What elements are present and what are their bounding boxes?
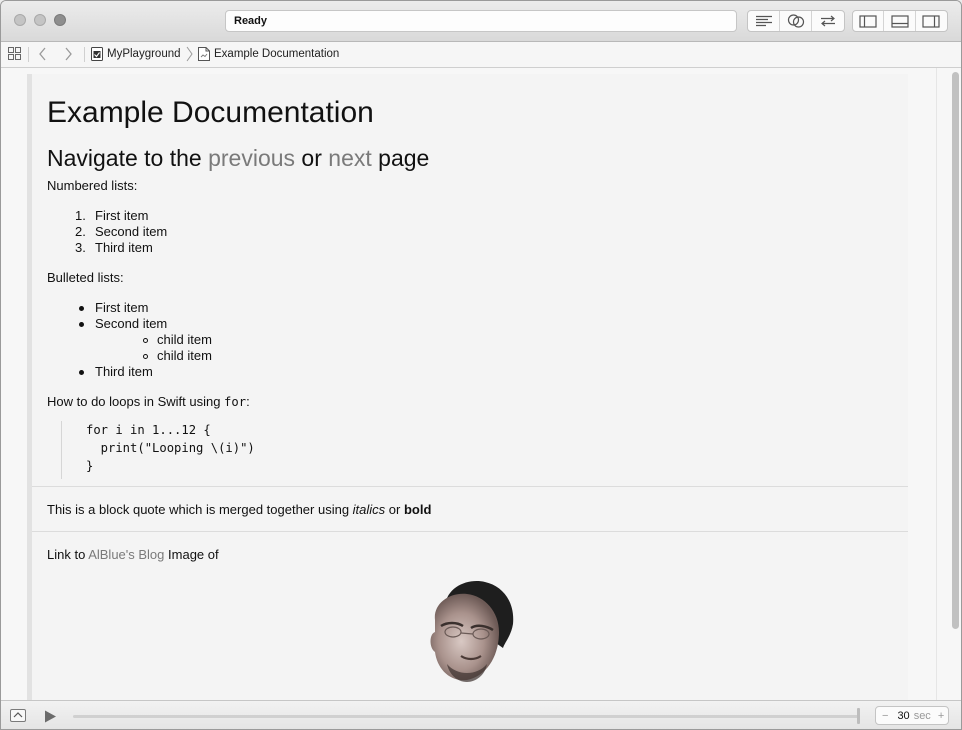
editor-gutter — [1, 68, 25, 700]
inline-code: for — [224, 395, 247, 409]
breadcrumb-page[interactable]: Example Documentation — [198, 47, 339, 61]
close-button[interactable] — [14, 14, 26, 26]
quote-italic: italics — [352, 502, 386, 517]
link-prefix: Link to — [47, 547, 89, 562]
debug-panel-icon — [890, 14, 909, 28]
quote-bold: bold — [403, 502, 432, 517]
window: Ready MyPlayground Example Documentation… — [0, 0, 962, 730]
child-bullet — [143, 354, 148, 359]
editor-version-button[interactable] — [812, 11, 844, 31]
utilities-toggle-button[interactable] — [916, 11, 947, 31]
timer-unit: sec — [913, 709, 931, 722]
scrollbar-thumb[interactable] — [952, 72, 959, 629]
editor-mode-segment — [747, 10, 845, 32]
bulleted-list-item: First item — [95, 300, 149, 315]
editor-standard-button[interactable] — [748, 11, 780, 31]
forward-chevron-icon[interactable] — [64, 47, 73, 61]
grid-icon[interactable] — [8, 47, 21, 60]
editor-area: Example Documentation Navigate to the pr… — [1, 68, 961, 700]
navigator-panel-icon — [859, 14, 877, 28]
previous-page-link[interactable]: previous — [208, 145, 295, 171]
list-number: 3. — [75, 240, 86, 255]
bulleted-list-item: Second item — [95, 316, 168, 331]
numbered-lists-label: Numbered lists: — [47, 178, 138, 193]
bullet — [79, 306, 84, 311]
rendered-documentation: Example Documentation Navigate to the pr… — [27, 74, 908, 700]
navigation-heading: Navigate to the previous or next page — [47, 145, 429, 172]
loops-colon: : — [246, 394, 250, 409]
editor-assistant-icon — [787, 14, 804, 28]
link-suffix: Image of — [164, 547, 219, 562]
blog-link[interactable]: AlBlue's Blog — [88, 547, 164, 562]
timer-increment[interactable]: + — [938, 710, 944, 722]
timer-decrement[interactable]: − — [882, 710, 888, 722]
quote-or: or — [385, 502, 404, 517]
nav-suffix: page — [371, 145, 430, 171]
portrait-image — [430, 581, 514, 682]
list-item-text: First item — [95, 208, 149, 223]
child-list-item: child item — [157, 348, 212, 363]
toolbar: Ready — [1, 1, 961, 42]
timeline-duration-stepper: − 30 sec + — [875, 706, 949, 725]
timeline-track[interactable] — [73, 715, 859, 718]
play-icon[interactable] — [44, 710, 57, 723]
breadcrumb-separator-icon — [186, 46, 193, 62]
timeline-scrubber[interactable] — [857, 708, 860, 724]
code-line: print("Looping \(i)") — [86, 441, 255, 455]
loops-paragraph: How to do loops in Swift using for: — [47, 394, 250, 409]
breadcrumb-project[interactable]: MyPlayground — [91, 47, 181, 61]
page-icon — [198, 47, 210, 61]
link-paragraph: Link to AlBlue's Blog Image of — [47, 547, 219, 562]
page-title: Example Documentation — [47, 96, 374, 129]
activity-status: Ready — [225, 10, 737, 32]
editor-version-icon — [821, 15, 835, 27]
nav-middle: or — [295, 145, 329, 171]
loops-text: How to do loops in Swift using — [47, 394, 225, 409]
panel-toggle-segment — [852, 10, 948, 32]
minimize-button[interactable] — [34, 14, 46, 26]
bullet — [79, 322, 84, 327]
list-item-text: Third item — [95, 240, 153, 255]
editor-assistant-button[interactable] — [780, 11, 812, 31]
breadcrumb-project-label: MyPlayground — [107, 48, 181, 60]
editor-standard-icon — [755, 15, 772, 27]
nav-prefix: Navigate to the — [47, 145, 209, 171]
child-list-item: child item — [157, 332, 212, 347]
code-line: for i in 1...12 { — [86, 423, 211, 437]
debug-toggle-icon — [13, 712, 23, 718]
divider — [32, 531, 908, 532]
timer-value[interactable]: 30 — [897, 710, 909, 722]
child-bullet — [143, 338, 148, 343]
bulleted-list-item: Third item — [95, 364, 153, 379]
divider — [32, 486, 908, 487]
list-item-text: Second item — [95, 224, 168, 239]
bulleted-lists-label: Bulleted lists: — [47, 270, 124, 285]
debug-bar: − 30 sec + — [1, 700, 961, 729]
jump-bar: MyPlayground Example Documentation — [1, 42, 961, 68]
utilities-panel-icon — [922, 14, 940, 28]
vertical-scrollbar[interactable] — [936, 68, 961, 700]
code-block: for i in 1...12 { print("Looping \(i)") … — [61, 421, 362, 479]
block-quote: This is a block quote which is merged to… — [47, 502, 431, 517]
breadcrumb-page-label: Example Documentation — [214, 48, 340, 60]
bullet — [79, 370, 84, 375]
list-number: 2. — [75, 224, 86, 239]
jump-bar-divider — [28, 47, 29, 62]
next-page-link[interactable]: next — [328, 145, 371, 171]
code-line: } — [86, 459, 94, 473]
quote-text: This is a block quote which is merged to… — [47, 502, 353, 517]
list-number: 1. — [75, 208, 86, 223]
navigator-toggle-button[interactable] — [853, 11, 885, 31]
jump-bar-divider — [84, 47, 85, 62]
playground-icon — [91, 47, 103, 61]
debug-area-toggle[interactable] — [10, 709, 26, 722]
debug-area-toggle-button[interactable] — [884, 11, 916, 31]
zoom-button[interactable] — [54, 14, 66, 26]
back-chevron-icon[interactable] — [38, 47, 47, 61]
